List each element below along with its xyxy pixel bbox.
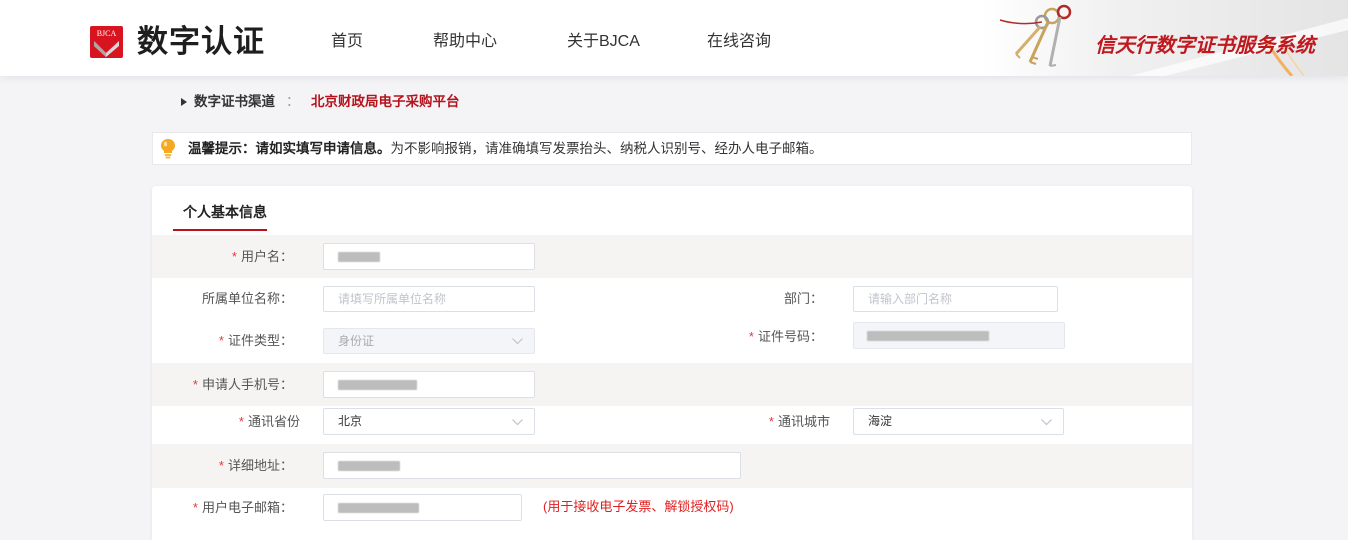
city-value: 海淀 xyxy=(868,414,893,428)
notice-text: 温馨提示：请如实填写申请信息。为不影响报销，请准确填写发票抬头、纳税人识别号、经… xyxy=(188,140,823,158)
phone-label-text: 申请人手机号： xyxy=(201,377,293,392)
notice-title: 温馨提示：请如实填写申请信息。 xyxy=(188,141,391,156)
tab-personal-info[interactable]: 个人基本信息 xyxy=(183,202,267,222)
form-row-username: * 用户名： xyxy=(152,235,1192,278)
dept-input-box[interactable] xyxy=(854,287,1057,311)
id-number-label: * 证件号码： xyxy=(652,327,823,347)
id-type-value: 身份证 xyxy=(338,334,375,348)
breadcrumb-platform[interactable]: 北京财政局电子采购平台 xyxy=(311,92,460,112)
province-value: 北京 xyxy=(338,414,363,428)
dept-label: 部门： xyxy=(783,291,823,306)
city-select[interactable]: 海淀 xyxy=(853,408,1064,435)
address-input-box[interactable] xyxy=(324,453,740,478)
address-label-text: 详细地址： xyxy=(227,458,293,473)
notice-bar: 温馨提示：请如实填写申请信息。为不影响报销，请准确填写发票抬头、纳税人识别号、经… xyxy=(152,132,1192,165)
city-label: * 通讯城市 xyxy=(652,412,830,432)
address-input[interactable] xyxy=(323,452,741,479)
nav-online-consult[interactable]: 在线咨询 xyxy=(707,32,771,52)
top-header: BJCA 数字认证 首页 帮助中心 关于BJCA 在线咨询 信天行数字证书服务系… xyxy=(0,0,1348,76)
username-input-box[interactable] xyxy=(324,244,534,269)
active-tab-underline xyxy=(173,229,267,231)
province-label: * 通讯省份 xyxy=(152,412,300,432)
org-input[interactable] xyxy=(323,286,535,312)
form-row-phone: * 申请人手机号： xyxy=(152,363,1192,406)
province-label-text: 通讯省份 xyxy=(247,414,300,429)
phone-label: * 申请人手机号： xyxy=(152,375,293,395)
id-number-input[interactable] xyxy=(853,322,1065,349)
logo-badge-text: BJCA xyxy=(96,29,117,38)
username-label-text: 用户名： xyxy=(240,249,293,264)
form-row-id: * 证件类型： 身份证 * 证件号码： xyxy=(152,320,1192,363)
username-label: * 用户名： xyxy=(152,247,293,267)
id-type-label: * 证件类型： xyxy=(152,331,293,351)
lightbulb-icon xyxy=(161,139,175,159)
nav-home[interactable]: 首页 xyxy=(331,32,363,52)
nav-help-center[interactable]: 帮助中心 xyxy=(433,32,497,52)
dept-input[interactable] xyxy=(853,286,1058,312)
form-row-address: * 详细地址： xyxy=(152,444,1192,488)
email-input-box[interactable] xyxy=(324,495,521,520)
form-row-region: * 通讯省份 北京 * 通讯城市 海淀 xyxy=(152,406,1192,444)
org-input-box[interactable] xyxy=(324,287,534,311)
id-type-label-text: 证件类型： xyxy=(227,333,293,348)
system-title: 信天行数字证书服务系统 xyxy=(1095,35,1315,57)
breadcrumb-separator: ： xyxy=(286,94,300,109)
province-select[interactable]: 北京 xyxy=(323,408,535,435)
required-mark: * xyxy=(218,333,224,348)
email-label: * 用户电子邮箱： xyxy=(152,498,293,518)
email-label-text: 用户电子邮箱： xyxy=(201,500,293,515)
required-mark: * xyxy=(192,377,198,392)
required-mark: * xyxy=(218,458,224,473)
city-label-text: 通讯城市 xyxy=(777,414,830,429)
bjca-logo[interactable]: BJCA xyxy=(90,26,123,58)
email-input[interactable] xyxy=(323,494,522,521)
id-number-input-box[interactable] xyxy=(854,323,1064,348)
form-row-email: * 用户电子邮箱： (用于接收电子发票、解锁授权码) xyxy=(152,488,1192,530)
form-row-org: 所属单位名称： 部门： xyxy=(152,278,1192,320)
required-mark: * xyxy=(768,414,774,429)
notice-message: 为不影响报销，请准确填写发票抬头、纳税人识别号、经办人电子邮箱。 xyxy=(390,141,823,156)
username-input[interactable] xyxy=(323,243,535,270)
id-number-label-text: 证件号码： xyxy=(757,329,823,344)
org-label: 所属单位名称： xyxy=(201,291,293,306)
logo-title: 数字认证 xyxy=(137,24,265,59)
required-mark: * xyxy=(238,414,244,429)
personal-info-card: 个人基本信息 *用户名： 所属单位名称： 部门： *证件类型： 身份证 *证件号… xyxy=(152,186,1192,540)
breadcrumb-channel: 数字证书渠道 xyxy=(194,94,275,109)
required-mark: * xyxy=(748,329,754,344)
phone-input-box[interactable] xyxy=(324,372,534,397)
caret-right-icon xyxy=(181,98,187,106)
nav-about[interactable]: 关于BJCA xyxy=(567,32,640,52)
required-mark: * xyxy=(192,500,198,515)
required-mark: * xyxy=(231,249,237,264)
email-hint: (用于接收电子发票、解锁授权码) xyxy=(543,499,734,514)
chevron-down-icon xyxy=(1041,419,1052,426)
address-label: * 详细地址： xyxy=(152,456,293,476)
phone-input[interactable] xyxy=(323,371,535,398)
chevron-down-icon xyxy=(512,338,523,345)
chevron-down-icon xyxy=(512,419,523,426)
id-type-select[interactable]: 身份证 xyxy=(323,328,535,354)
